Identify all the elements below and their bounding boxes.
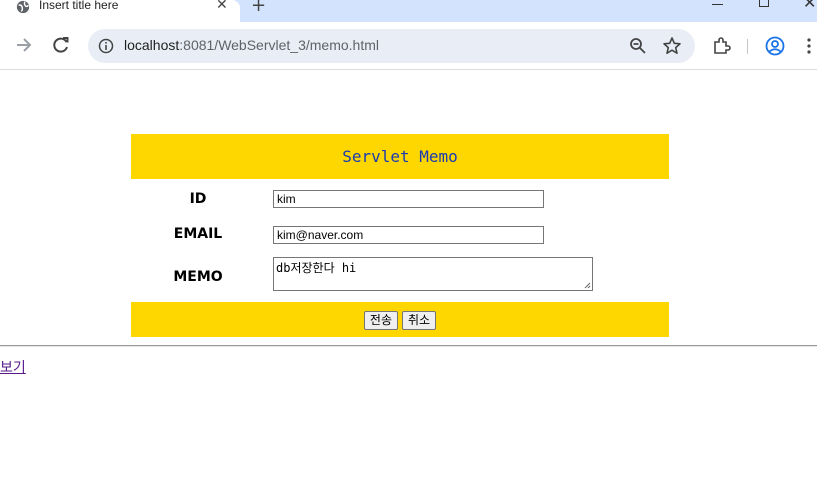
memo-text: db저장한다 hi xyxy=(276,261,357,275)
id-label: ID xyxy=(189,191,207,207)
id-input[interactable]: kim xyxy=(273,190,544,208)
form-buttons-bar: 전송 취소 xyxy=(131,302,669,337)
tab-strip: Insert title here ✕ + ✕ xyxy=(0,0,817,22)
view-link[interactable]: 보기 xyxy=(0,357,26,377)
site-info-icon[interactable] xyxy=(98,38,114,54)
browser-tab[interactable]: Insert title here ✕ xyxy=(0,0,240,22)
forward-icon[interactable] xyxy=(13,34,35,56)
submit-button[interactable]: 전송 xyxy=(363,311,398,330)
reload-icon[interactable] xyxy=(50,34,72,56)
zoom-out-icon[interactable] xyxy=(629,37,647,55)
bookmark-star-icon[interactable] xyxy=(662,36,682,56)
horizontal-rule xyxy=(0,345,817,347)
url-host: localhost xyxy=(124,37,180,53)
form-title: Servlet Memo xyxy=(131,134,669,179)
email-input[interactable]: kim@naver.com xyxy=(273,226,544,244)
close-tab-icon[interactable]: ✕ xyxy=(216,0,228,13)
window-close-icon[interactable]: ✕ xyxy=(803,0,816,12)
toolbar-divider xyxy=(747,39,748,54)
maximize-icon[interactable] xyxy=(759,0,769,7)
url-text[interactable]: localhost:8081/WebServlet_3/memo.html xyxy=(124,37,379,53)
memo-textarea[interactable]: db저장한다 hi xyxy=(273,257,593,291)
new-tab-icon[interactable]: + xyxy=(251,0,266,16)
email-label: EMAIL xyxy=(173,226,223,242)
reset-button[interactable]: 취소 xyxy=(402,311,437,330)
memo-form: Servlet Memo ID kim EMAIL kim@naver.com … xyxy=(131,134,669,337)
browser-toolbar: localhost:8081/WebServlet_3/memo.html xyxy=(0,22,817,70)
extensions-icon[interactable] xyxy=(711,36,731,56)
memo-label: MEMO xyxy=(173,269,223,285)
minimize-icon[interactable] xyxy=(712,4,723,5)
more-menu-icon[interactable] xyxy=(806,37,812,55)
resize-grip-icon[interactable] xyxy=(584,282,591,289)
tab-title: Insert title here xyxy=(39,0,119,12)
address-bar[interactable]: localhost:8081/WebServlet_3/memo.html xyxy=(88,29,695,63)
globe-icon xyxy=(16,0,30,14)
url-path: :8081/WebServlet_3/memo.html xyxy=(179,37,379,53)
profile-icon[interactable] xyxy=(765,36,785,56)
